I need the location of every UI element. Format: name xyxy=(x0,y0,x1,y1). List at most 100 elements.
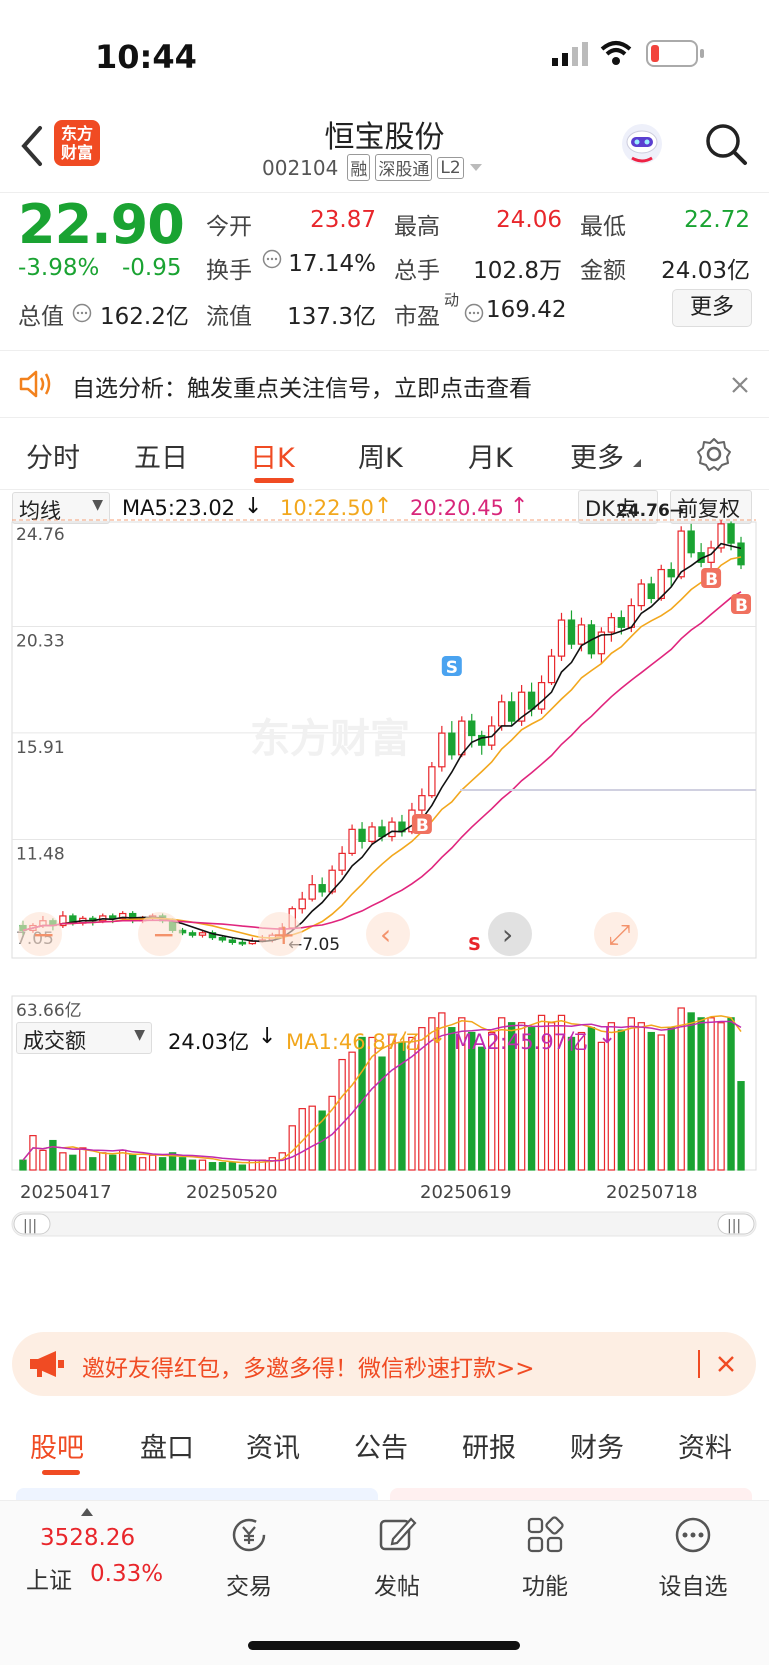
search-icon[interactable] xyxy=(704,122,748,166)
amount-value: 24.03亿 xyxy=(661,258,750,284)
volume-bar xyxy=(19,1159,27,1171)
more-button[interactable]: 更多 xyxy=(672,289,752,327)
volume-bar xyxy=(667,1027,675,1171)
grip-icon: ||| xyxy=(727,1218,741,1234)
footer-post-label: 发帖 xyxy=(374,1574,420,1600)
grid-icon xyxy=(527,1516,564,1553)
tag-margin: 融 xyxy=(347,154,371,181)
footer-watchlist[interactable]: 设自选 xyxy=(638,1515,748,1601)
tab-research[interactable]: 研报 xyxy=(462,1426,516,1465)
candle-body xyxy=(418,795,426,811)
candle-body xyxy=(577,624,586,645)
gear-icon[interactable] xyxy=(696,436,732,472)
tab-weekly-k[interactable]: 周K xyxy=(358,436,403,475)
candle-body xyxy=(228,939,237,943)
volume-bar xyxy=(597,1041,606,1171)
volume-bar xyxy=(148,1154,157,1171)
float-value: 137.3亿 xyxy=(287,304,376,330)
volume-bar xyxy=(478,1046,486,1171)
volume-indicator-select[interactable]: 成交额 ▼ xyxy=(16,1022,152,1054)
tab-intraday[interactable]: 分时 xyxy=(26,436,80,475)
quote-panel: 22.90 -3.98% -0.95 总值 162.2亿 今开 23.87 最高… xyxy=(0,192,769,350)
last-price: 22.90 xyxy=(18,193,185,256)
kline-chart[interactable]: 24.7620.3315.9111.487.05东方财富24.76→←7.05B… xyxy=(0,490,769,1320)
volume-bar xyxy=(218,1162,227,1171)
footer-trade-label: 交易 xyxy=(226,1574,272,1600)
invite-ad-banner[interactable]: 邀好友得红包，多邀多得！微信秒速打款>> xyxy=(12,1332,756,1396)
footer-post[interactable]: 发帖 xyxy=(342,1515,452,1601)
signal-banner[interactable]: 自选分析：触发重点关注信号，立即点击查看 xyxy=(0,350,769,418)
date-label: 20250619 xyxy=(420,1182,512,1203)
tab-more[interactable]: 更多 xyxy=(570,436,624,475)
volume-bar xyxy=(617,1029,626,1171)
volume-bar xyxy=(238,1164,247,1171)
buy-signal-label: B xyxy=(735,596,748,616)
volume-value: 102.8万 xyxy=(473,258,562,284)
candle-body xyxy=(378,826,386,838)
tab-guba[interactable]: 股吧 xyxy=(30,1426,84,1465)
open-value: 23.87 xyxy=(310,207,376,233)
index-value[interactable]: 3528.26 xyxy=(40,1525,135,1551)
caret-down-icon[interactable] xyxy=(469,163,483,173)
tab-five-day[interactable]: 五日 xyxy=(134,436,188,475)
candle-body xyxy=(468,720,476,737)
yen-exchange-icon xyxy=(232,1518,266,1552)
candle-body xyxy=(667,568,675,578)
footer-watchlist-label: 设自选 xyxy=(658,1574,728,1600)
index-name[interactable]: 上证 xyxy=(26,1561,72,1595)
volume-bar xyxy=(208,1162,217,1171)
candle-body xyxy=(348,828,356,854)
candle-body xyxy=(507,701,516,722)
tab-monthly-k[interactable]: 月K xyxy=(468,436,513,475)
close-icon[interactable] xyxy=(730,375,750,395)
tab-finance[interactable]: 财务 xyxy=(570,1426,624,1465)
tab-pankou[interactable]: 盘口 xyxy=(140,1426,194,1465)
index-change[interactable]: 0.33% xyxy=(90,1561,163,1587)
total-value: 162.2亿 xyxy=(100,304,189,330)
info-dots-icon[interactable] xyxy=(464,303,484,323)
ad-divider xyxy=(698,1350,700,1378)
volume-bar xyxy=(647,1031,655,1171)
volume-bar xyxy=(198,1159,207,1171)
chevron-left-icon: ‹ xyxy=(380,918,391,951)
close-icon[interactable] xyxy=(716,1354,736,1374)
low-value: 22.72 xyxy=(684,207,750,233)
megaphone-icon xyxy=(30,1351,64,1377)
tab-announcements[interactable]: 公告 xyxy=(354,1426,408,1465)
candle-body xyxy=(338,852,346,871)
vol-arrow-icon: ↓ xyxy=(258,1024,277,1049)
sell-signal-label: S xyxy=(446,658,458,678)
info-dots-icon[interactable] xyxy=(72,303,92,323)
volume-bar xyxy=(587,1027,596,1171)
price-tick-label: 20.33 xyxy=(16,632,65,652)
vol-ma2-arrow-icon: ↓ xyxy=(598,1024,617,1049)
float-value-label: 流值 xyxy=(206,304,252,330)
candle-body xyxy=(109,915,117,919)
volume-bar xyxy=(707,1017,715,1171)
chevron-right-icon: › xyxy=(502,918,513,951)
volume-bar xyxy=(109,1154,117,1171)
footer-trade[interactable]: 交易 xyxy=(194,1515,304,1601)
candle-body xyxy=(687,530,695,554)
high-label: 最高 xyxy=(394,214,440,240)
kline-chart-area: 均线 ▼ MA5:23.02 ↓ 10:22.50 ↑ 20:20.45 ↑ D… xyxy=(0,490,769,1320)
candle-body xyxy=(637,583,645,607)
candle-body xyxy=(448,732,456,756)
stock-header: 东方 财富 恒宝股份 002104 融 深股通 L2 xyxy=(0,110,769,192)
robot-avatar-icon[interactable] xyxy=(618,120,666,168)
bottom-toolbar: 3528.26 上证 0.33% 交易 发帖 功能 设自选 xyxy=(0,1500,769,1665)
tab-profile[interactable]: 资料 xyxy=(678,1426,732,1465)
candle-body xyxy=(368,826,376,842)
pe-label: 市盈 xyxy=(394,304,440,330)
volume-bar xyxy=(178,1157,187,1171)
invite-ad-text: 邀好友得红包，多邀多得！微信秒速打款>> xyxy=(82,1356,535,1382)
footer-functions[interactable]: 功能 xyxy=(490,1515,600,1601)
tab-daily-k[interactable]: 日K xyxy=(250,436,295,475)
candle-body xyxy=(188,932,197,936)
buy-signal-label: B xyxy=(705,570,718,590)
candle-body xyxy=(198,932,207,936)
turnover-value: 17.14% xyxy=(288,251,376,277)
candle-body xyxy=(428,766,436,797)
tab-news[interactable]: 资讯 xyxy=(246,1426,300,1465)
volume-bar xyxy=(637,1022,645,1171)
